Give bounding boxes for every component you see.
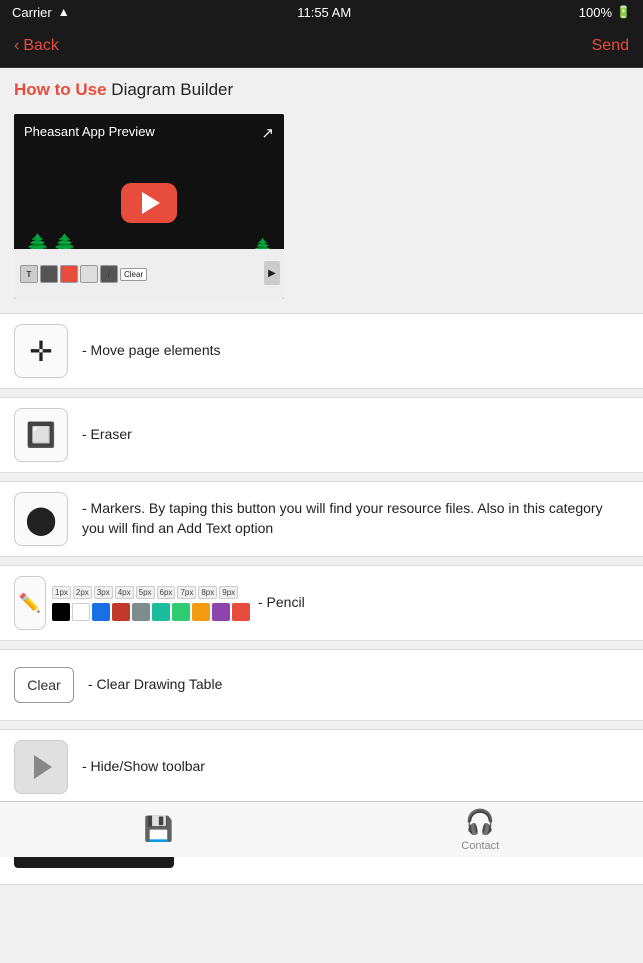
feature-eraser-desc: - Eraser: [82, 425, 629, 445]
swatch-black: [52, 603, 70, 621]
pencil-px-row: 1px 2px 3px 4px 5px 6px 7px 8px 9px: [52, 586, 238, 599]
swatch-teal: [152, 603, 170, 621]
pencil-combined-icon: ✏️ 1px 2px 3px 4px 5px 6px 7px 8px 9px: [14, 576, 250, 630]
battery-label: 100%: [579, 5, 612, 20]
page-title-container: How to Use Diagram Builder: [0, 68, 643, 106]
toolbar-mini-items: T / Clear: [20, 265, 147, 283]
tab-save[interactable]: 💾: [144, 815, 174, 844]
feature-pencil-desc: - Pencil: [258, 593, 629, 613]
move-icon-box: ✛: [14, 324, 68, 378]
pencil-color-row: [52, 603, 250, 621]
status-left: Carrier ▲: [12, 5, 70, 20]
px-2: 2px: [73, 586, 92, 599]
wifi-icon: ▲: [58, 5, 70, 19]
feature-row-move: ✛ - Move page elements: [0, 313, 643, 389]
back-label: Back: [23, 37, 59, 55]
tb-separator: [40, 265, 58, 283]
contact-tab-label: Contact: [461, 840, 499, 852]
tb-light-btn: [80, 265, 98, 283]
tb-clear-mini: Clear: [120, 268, 147, 281]
back-chevron-icon: ‹: [14, 37, 19, 55]
tab-bar: 💾 🎧 Contact: [0, 801, 643, 857]
px-3: 3px: [94, 586, 113, 599]
tab-contact[interactable]: 🎧 Contact: [461, 808, 499, 852]
px-8: 8px: [198, 586, 217, 599]
marker-icon-box: ⬤: [14, 492, 68, 546]
swatch-gray: [132, 603, 150, 621]
feature-row-clear: Clear - Clear Drawing Table: [0, 649, 643, 721]
back-button[interactable]: ‹ Back: [14, 37, 59, 55]
px-9: 9px: [219, 586, 238, 599]
video-toolbar-preview: T / Clear ▶: [14, 249, 284, 299]
feature-clear-desc: - Clear Drawing Table: [88, 675, 629, 695]
status-right: 100% 🔋: [579, 5, 631, 20]
video-container[interactable]: Pheasant App Preview ↗ 🌲🌲 🌲 T / Clear ▶: [14, 114, 284, 299]
share-icon[interactable]: ↗: [261, 124, 274, 142]
nav-bar: ‹ Back Send: [0, 24, 643, 68]
contact-tab-icon: 🎧: [465, 808, 495, 837]
clear-label: Clear: [27, 677, 60, 693]
eraser-icon-box: 🔲: [14, 408, 68, 462]
px-1: 1px: [52, 586, 71, 599]
feature-row-eraser: 🔲 - Eraser: [0, 397, 643, 473]
feature-row-pencil: ✏️ 1px 2px 3px 4px 5px 6px 7px 8px 9px: [0, 565, 643, 641]
video-arrow-right: ▶: [264, 261, 280, 285]
tb-pencil-btn: /: [100, 265, 118, 283]
swatch-orange: [192, 603, 210, 621]
pencil-icon-box: ✏️: [14, 576, 46, 630]
send-button[interactable]: Send: [592, 37, 629, 55]
triangle-icon: [34, 755, 52, 779]
carrier-label: Carrier: [12, 5, 52, 20]
features-list: ✛ - Move page elements 🔲 - Eraser ⬤ - Ma…: [0, 313, 643, 963]
marker-icon: ⬤: [25, 503, 56, 536]
save-tab-icon: 💾: [144, 815, 174, 844]
feature-marker-desc: - Markers. By taping this button you wil…: [82, 499, 629, 538]
px-4: 4px: [115, 586, 134, 599]
page-title-highlight: How to Use: [14, 80, 107, 99]
page-title-rest: Diagram Builder: [107, 80, 234, 99]
tb-text-btn: T: [20, 265, 38, 283]
px-7: 7px: [177, 586, 196, 599]
swatch-white: [72, 603, 90, 621]
pencil-icon: ✏️: [19, 593, 41, 614]
feature-hideshow-desc: - Hide/Show toolbar: [82, 757, 629, 777]
feature-row-hideshow: - Hide/Show toolbar: [0, 729, 643, 805]
battery-icon: 🔋: [616, 5, 631, 19]
status-bar: Carrier ▲ 11:55 AM 100% 🔋: [0, 0, 643, 24]
px-5: 5px: [136, 586, 155, 599]
swatch-red: [112, 603, 130, 621]
youtube-play-button[interactable]: [121, 183, 177, 223]
clear-button-display: Clear: [14, 667, 74, 703]
swatch-blue: [92, 603, 110, 621]
feature-row-marker: ⬤ - Markers. By taping this button you w…: [0, 481, 643, 557]
tb-red-btn: [60, 265, 78, 283]
swatch-crimson: [232, 603, 250, 621]
video-title: Pheasant App Preview: [24, 124, 155, 139]
pencil-sizes-colors: 1px 2px 3px 4px 5px 6px 7px 8px 9px: [52, 586, 250, 621]
swatch-green: [172, 603, 190, 621]
swatch-purple: [212, 603, 230, 621]
move-icon: ✛: [29, 335, 52, 368]
page-title: How to Use Diagram Builder: [14, 80, 233, 99]
play-triangle-icon-box: [14, 740, 68, 794]
time-label: 11:55 AM: [297, 5, 351, 20]
eraser-icon: 🔲: [26, 421, 56, 450]
feature-move-desc: - Move page elements: [82, 341, 629, 361]
px-6: 6px: [157, 586, 176, 599]
